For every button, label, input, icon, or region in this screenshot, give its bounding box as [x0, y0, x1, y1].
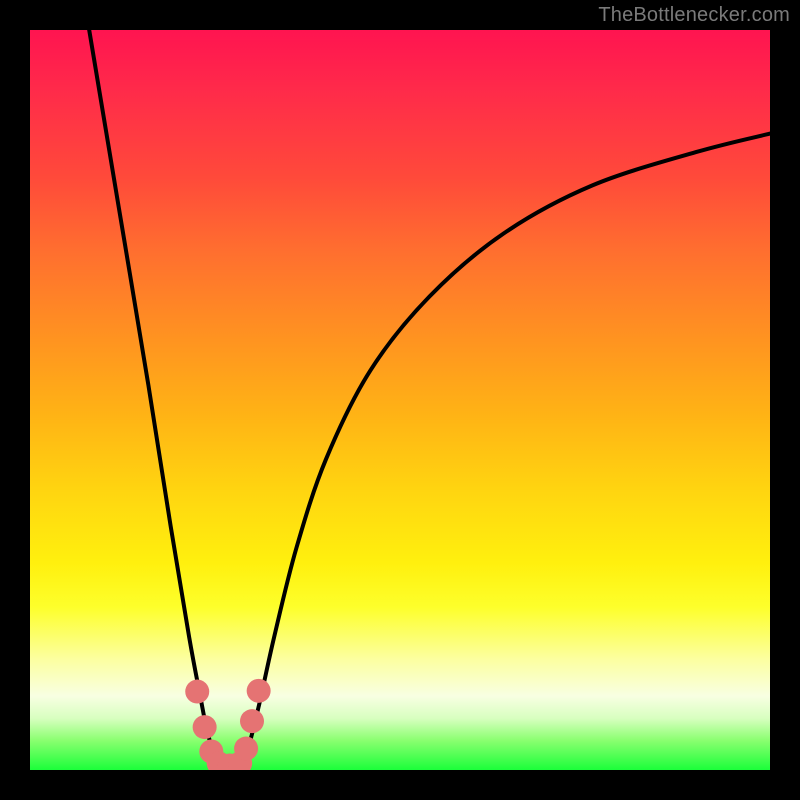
chart-frame: TheBottlenecker.com [0, 0, 800, 800]
marker-point [247, 679, 271, 703]
marker-point [240, 709, 264, 733]
chart-svg [30, 30, 770, 770]
plot-area [30, 30, 770, 770]
series-left-branch [89, 30, 221, 766]
curve-lines [89, 30, 770, 767]
marker-point [193, 715, 217, 739]
curve-markers [185, 679, 270, 770]
marker-point [185, 680, 209, 704]
series-right-branch [241, 134, 770, 767]
marker-point [234, 737, 258, 761]
credit-text: TheBottlenecker.com [598, 4, 790, 27]
